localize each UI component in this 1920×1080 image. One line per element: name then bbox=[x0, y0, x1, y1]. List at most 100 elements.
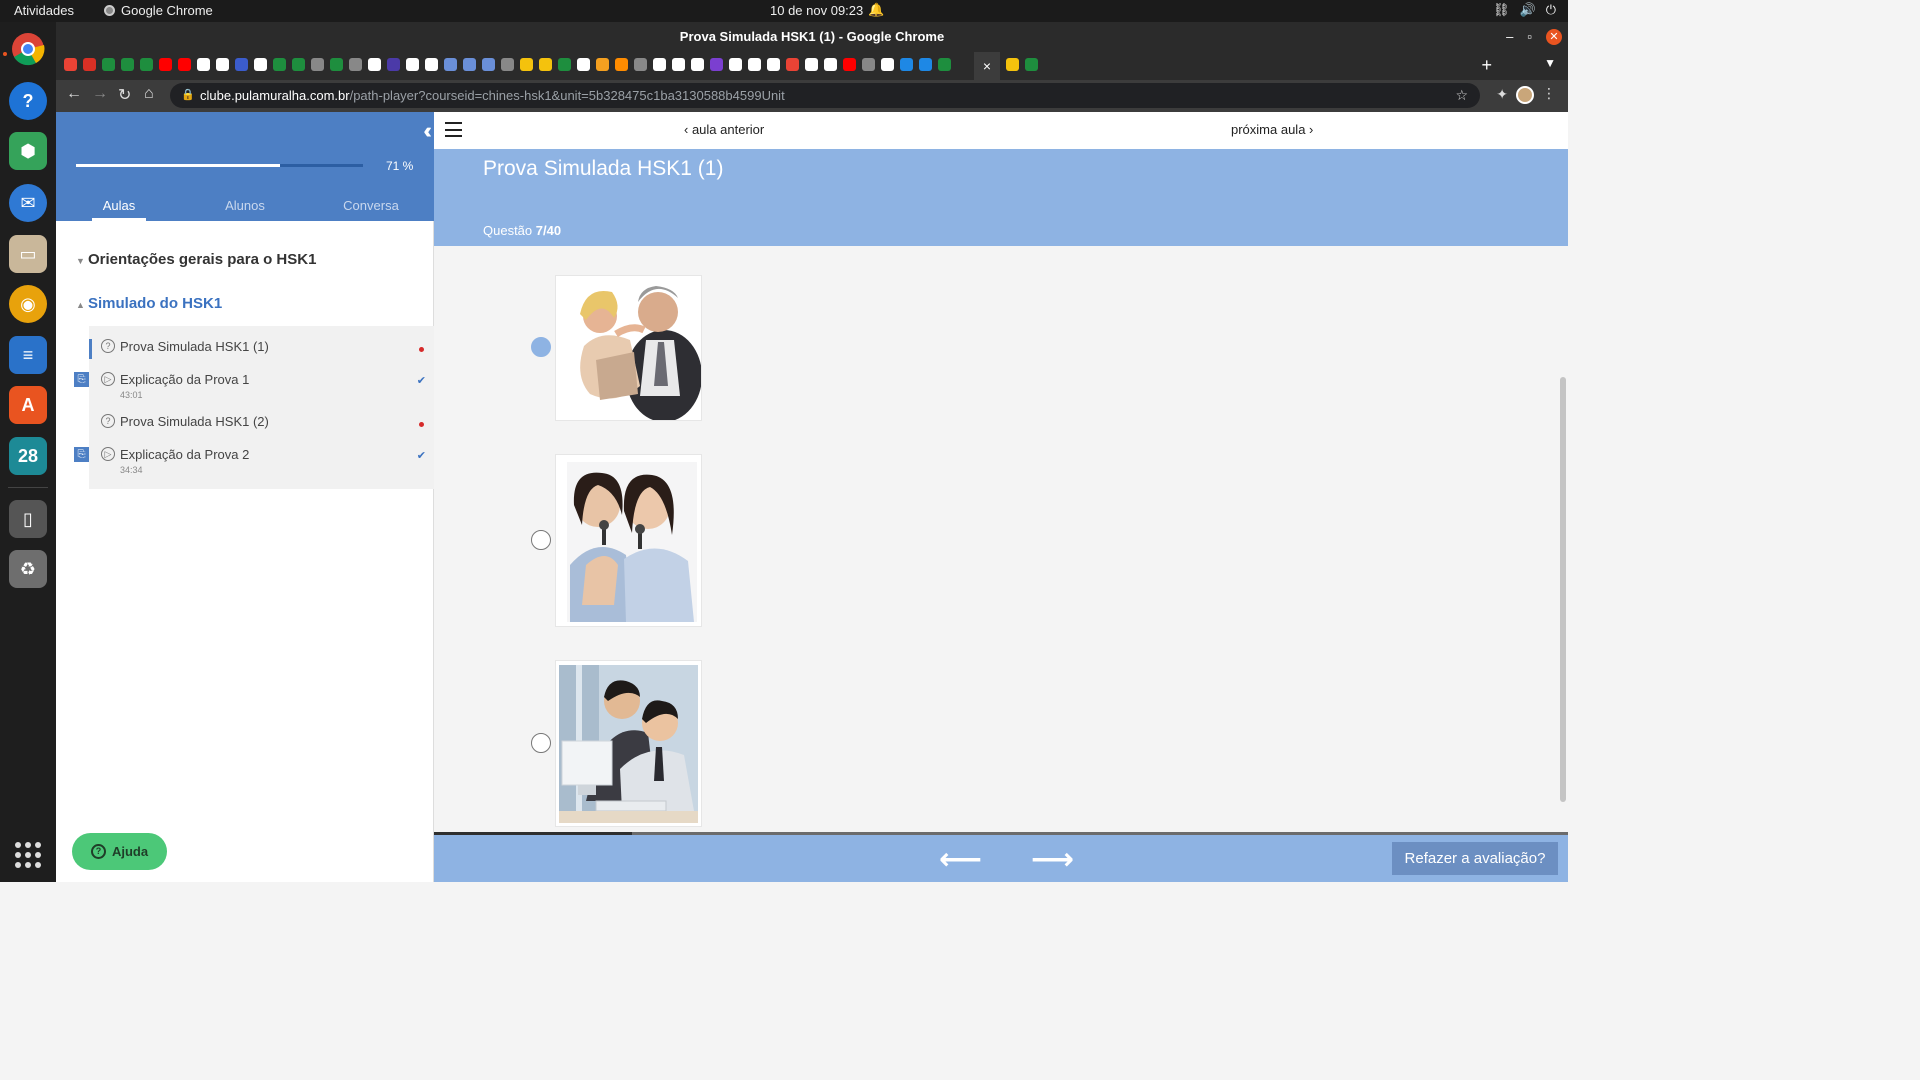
tab-favicon-icon[interactable] bbox=[843, 58, 856, 71]
maximize-icon[interactable]: ▫ bbox=[1527, 22, 1532, 52]
girls-singing-karaoke-photo[interactable] bbox=[555, 454, 702, 627]
tab-favicon-icon[interactable] bbox=[216, 58, 229, 71]
tab-favicon-icon[interactable] bbox=[311, 58, 324, 71]
previous-question-arrow-icon[interactable]: ⟵ bbox=[939, 842, 982, 877]
address-bar[interactable]: 🔒 clube.pulamuralha.com.br/path-player?c… bbox=[170, 83, 1480, 108]
content-scrollbar[interactable] bbox=[1560, 377, 1566, 802]
chrome-menu-icon[interactable]: ⋮ bbox=[1542, 85, 1556, 102]
lesson-item[interactable]: ? Prova Simulada HSK1 (1) bbox=[89, 339, 434, 375]
tab-favicon-icon[interactable] bbox=[178, 58, 191, 71]
tab-favicon-icon[interactable] bbox=[1006, 58, 1019, 71]
tab-favicon-icon[interactable] bbox=[767, 58, 780, 71]
collapse-sidebar-icon[interactable]: ‹‹ bbox=[423, 118, 431, 144]
tab-favicon-icon[interactable] bbox=[197, 58, 210, 71]
tab-search-icon[interactable]: ▼ bbox=[1544, 56, 1556, 70]
tab-favicon-icon[interactable] bbox=[1025, 58, 1038, 71]
tab-favicon-icon[interactable] bbox=[140, 58, 153, 71]
forward-icon[interactable]: → bbox=[92, 85, 108, 103]
rhythmbox-icon[interactable]: ◉ bbox=[9, 285, 47, 323]
tab-favicon-icon[interactable] bbox=[292, 58, 305, 71]
tab-favicon-icon[interactable] bbox=[482, 58, 495, 71]
next-lesson-link[interactable]: próxima aula › bbox=[1231, 122, 1313, 137]
profile-avatar[interactable] bbox=[1516, 86, 1534, 104]
tab-favicon-icon[interactable] bbox=[824, 58, 837, 71]
bookmark-star-icon[interactable]: ☆ bbox=[1455, 83, 1468, 108]
writer-icon[interactable]: ≡ bbox=[9, 336, 47, 374]
tab-favicon-icon[interactable] bbox=[520, 58, 533, 71]
tab-favicon-icon[interactable] bbox=[672, 58, 685, 71]
attachment-icon[interactable]: ⎘ bbox=[74, 372, 89, 387]
thunderbird-icon[interactable]: ✉ bbox=[9, 184, 47, 222]
tab-favicon-icon[interactable] bbox=[64, 58, 77, 71]
blender-cube-icon[interactable]: ⬢ bbox=[9, 132, 47, 170]
tab-favicon-icon[interactable] bbox=[596, 58, 609, 71]
men-at-computer-photo[interactable] bbox=[555, 660, 702, 827]
drive-icon[interactable]: ▯ bbox=[9, 500, 47, 538]
active-tab-close-button[interactable]: × bbox=[974, 52, 1000, 80]
tab-favicon-icon[interactable] bbox=[254, 58, 267, 71]
help-icon[interactable]: ? bbox=[9, 82, 47, 120]
tab-aulas[interactable]: Aulas bbox=[56, 194, 182, 221]
tab-favicon-icon[interactable] bbox=[330, 58, 343, 71]
close-window-icon[interactable]: ✕ bbox=[1546, 29, 1562, 45]
lesson-item[interactable]: ▷ Explicação da Prova 2 34:34 ✔ bbox=[89, 447, 434, 483]
section-orientacoes[interactable]: ▼ Orientações gerais para o HSK1 bbox=[76, 251, 316, 268]
chrome-icon[interactable] bbox=[9, 30, 47, 68]
tab-favicon-icon[interactable] bbox=[881, 58, 894, 71]
tab-favicon-icon[interactable] bbox=[444, 58, 457, 71]
section-simulado[interactable]: ▲ Simulado do HSK1 bbox=[76, 295, 222, 312]
tab-favicon-icon[interactable] bbox=[653, 58, 666, 71]
hamburger-menu-icon[interactable] bbox=[445, 122, 462, 137]
tab-favicon-icon[interactable] bbox=[235, 58, 248, 71]
new-tab-button[interactable]: + bbox=[1481, 55, 1492, 76]
help-button[interactable]: ? Ajuda bbox=[72, 833, 167, 870]
tab-favicon-icon[interactable] bbox=[349, 58, 362, 71]
activities-button[interactable]: Atividades bbox=[14, 3, 74, 18]
tab-favicon-icon[interactable] bbox=[729, 58, 742, 71]
attachment-icon[interactable]: ⎘ bbox=[74, 447, 89, 462]
answer-radio[interactable] bbox=[531, 530, 551, 550]
clock[interactable]: 10 de nov 09:23 bbox=[770, 3, 863, 18]
tab-alunos[interactable]: Alunos bbox=[182, 194, 308, 221]
tab-favicon-icon[interactable] bbox=[368, 58, 381, 71]
answer-radio-selected[interactable] bbox=[531, 337, 551, 357]
trash-icon[interactable]: ♻ bbox=[9, 550, 47, 588]
tab-favicon-icon[interactable] bbox=[938, 58, 951, 71]
lesson-item[interactable]: ? Prova Simulada HSK1 (2) bbox=[89, 414, 434, 450]
next-question-arrow-icon[interactable]: ⟶ bbox=[1031, 842, 1074, 877]
tab-favicon-icon[interactable] bbox=[786, 58, 799, 71]
lesson-item[interactable]: ▷ Explicação da Prova 1 43:01 ✔ bbox=[89, 372, 434, 408]
pinned-tabs[interactable] bbox=[64, 58, 1474, 74]
home-icon[interactable]: ⌂ bbox=[144, 85, 154, 103]
answer-radio[interactable] bbox=[531, 733, 551, 753]
tab-favicon-icon[interactable] bbox=[501, 58, 514, 71]
tab-favicon-icon[interactable] bbox=[805, 58, 818, 71]
tab-favicon-icon[interactable] bbox=[273, 58, 286, 71]
extensions-icon[interactable]: ✦ bbox=[1496, 86, 1508, 103]
tab-favicon-icon[interactable] bbox=[862, 58, 875, 71]
tab-favicon-icon[interactable] bbox=[425, 58, 438, 71]
tab-favicon-icon[interactable] bbox=[748, 58, 761, 71]
app-store-icon[interactable]: A bbox=[9, 386, 47, 424]
tab-favicon-icon[interactable] bbox=[387, 58, 400, 71]
tab-favicon-icon[interactable] bbox=[83, 58, 96, 71]
minimize-icon[interactable]: – bbox=[1506, 22, 1513, 52]
previous-lesson-link[interactable]: ‹ aula anterior bbox=[684, 122, 764, 137]
couple-dancing-photo[interactable] bbox=[555, 275, 702, 422]
tab-favicon-icon[interactable] bbox=[919, 58, 932, 71]
tab-favicon-icon[interactable] bbox=[539, 58, 552, 71]
system-tray[interactable]: ⛓ 🔊 ⏻ bbox=[1493, 2, 1556, 18]
files-icon[interactable]: ▭ bbox=[9, 235, 47, 273]
tab-favicon-icon[interactable] bbox=[159, 58, 172, 71]
tab-favicon-icon[interactable] bbox=[634, 58, 647, 71]
redo-assessment-button[interactable]: Refazer a avaliação? bbox=[1392, 842, 1558, 875]
tab-favicon-icon[interactable] bbox=[710, 58, 723, 71]
tab-favicon-icon[interactable] bbox=[900, 58, 913, 71]
tab-favicon-icon[interactable] bbox=[577, 58, 590, 71]
show-apps-icon[interactable] bbox=[15, 842, 41, 868]
tab-favicon-icon[interactable] bbox=[615, 58, 628, 71]
tab-favicon-icon[interactable] bbox=[463, 58, 476, 71]
app-menu[interactable]: Google Chrome bbox=[104, 3, 213, 18]
tab-conversa[interactable]: Conversa bbox=[308, 194, 434, 221]
tab-favicon-icon[interactable] bbox=[102, 58, 115, 71]
